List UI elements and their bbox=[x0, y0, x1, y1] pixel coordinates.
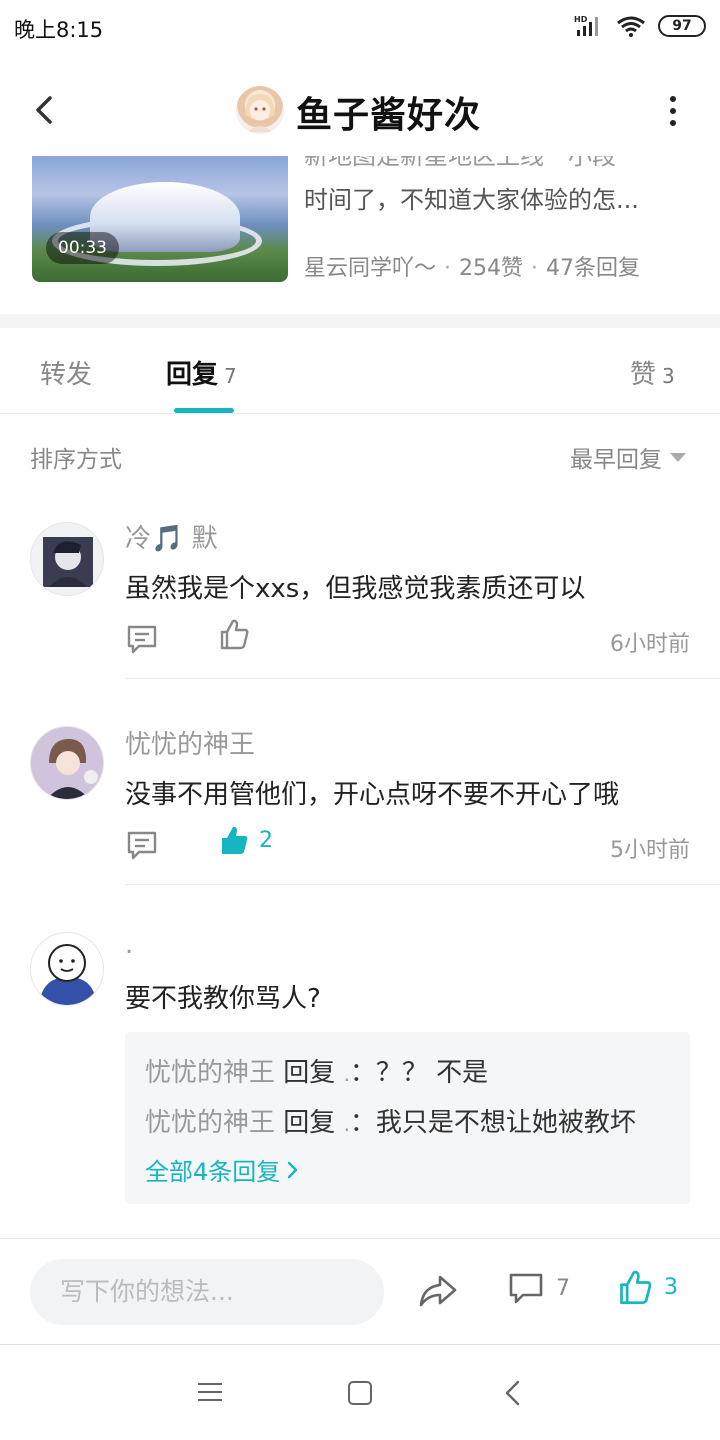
view-all-replies-label: 全部4条回复 bbox=[145, 1158, 281, 1186]
reply-icon[interactable] bbox=[125, 828, 159, 862]
comment-detail-page: 晚上8:15 HD 97 00:33 新地图是新星地区上线一小段 时间了，不知道… bbox=[0, 0, 720, 1440]
meta-separator: · bbox=[531, 256, 539, 281]
reply-icon[interactable] bbox=[125, 622, 159, 656]
post-likes: 254赞 bbox=[459, 256, 524, 281]
comment-time: 5小时前 bbox=[610, 838, 690, 863]
sub-reply-verb: 回复 bbox=[283, 1058, 336, 1088]
chevron-right-icon bbox=[288, 1161, 298, 1178]
back-icon[interactable] bbox=[502, 1379, 524, 1407]
post-text-line1: 新地图是新星地区上线一小段 bbox=[304, 156, 616, 170]
status-time: 晚上8:15 bbox=[14, 18, 104, 42]
thumbs-up-icon bbox=[620, 1270, 652, 1305]
tab-count: 7 bbox=[224, 364, 237, 388]
sort-value: 最早回复 bbox=[570, 447, 662, 473]
comment-divider bbox=[125, 884, 720, 885]
tab-like[interactable]: 赞3 bbox=[630, 354, 675, 391]
sub-reply: 忧忧的神王 回复 .：？？ 不是 bbox=[145, 1052, 488, 1089]
sub-reply-user[interactable]: 忧忧的神王 bbox=[145, 1108, 275, 1138]
comment-count: 7 bbox=[556, 1275, 570, 1301]
system-nav-bar bbox=[0, 1344, 720, 1440]
comment-divider bbox=[125, 678, 720, 679]
sub-reply-verb: 回复 bbox=[283, 1108, 336, 1138]
comment-username[interactable]: 忧忧的神王 bbox=[125, 724, 255, 761]
more-vertical-icon[interactable] bbox=[666, 96, 680, 130]
battery-icon: 97 bbox=[658, 15, 706, 37]
comment-text: 要不我教你骂人? bbox=[125, 984, 321, 1014]
meta-separator: · bbox=[444, 256, 452, 281]
comment-text: 没事不用管他们，开心点呀不要不开心了哦 bbox=[125, 780, 620, 810]
tab-label: 回复 bbox=[166, 360, 219, 390]
sub-replies-box[interactable]: 忧忧的神王 回复 .：？？ 不是 忧忧的神王 回复 .：我只是不想让她被教坏 全… bbox=[125, 1032, 690, 1204]
menu-icon[interactable] bbox=[198, 1383, 222, 1407]
sort-row: 排序方式 最早回复 bbox=[0, 414, 720, 494]
network-label: HD bbox=[574, 15, 588, 24]
sub-reply: 忧忧的神王 回复 .：我只是不想让她被教坏 bbox=[145, 1102, 636, 1139]
user-avatar[interactable] bbox=[30, 726, 104, 800]
comment-username[interactable]: . bbox=[125, 930, 133, 960]
chevron-left-icon[interactable] bbox=[22, 88, 66, 132]
avatar-illustration bbox=[43, 537, 93, 587]
comment-icon bbox=[509, 1273, 543, 1304]
active-tab-indicator bbox=[174, 408, 234, 413]
video-thumbnail[interactable]: 00:33 bbox=[32, 156, 288, 282]
sub-reply-text: ：？？ 不是 bbox=[349, 1058, 489, 1088]
top-header: 鱼子酱好次 bbox=[0, 66, 720, 156]
caret-down-icon bbox=[670, 452, 686, 462]
tab-label: 赞 bbox=[630, 360, 657, 390]
status-icons: HD 97 bbox=[574, 14, 706, 38]
avatar-illustration bbox=[31, 727, 103, 799]
sub-reply-user[interactable]: 忧忧的神王 bbox=[145, 1058, 275, 1088]
comments-button[interactable]: 7 bbox=[508, 1271, 570, 1305]
author-avatar[interactable] bbox=[236, 86, 284, 134]
tab-count: 3 bbox=[662, 364, 675, 388]
comment-time: 6小时前 bbox=[610, 632, 690, 657]
like-count: 3 bbox=[664, 1274, 678, 1300]
status-bar: 晚上8:15 HD 97 bbox=[0, 0, 720, 56]
tab-reply[interactable]: 回复 7 bbox=[166, 354, 237, 391]
section-divider bbox=[0, 314, 720, 328]
tab-forward[interactable]: 转发 bbox=[40, 354, 92, 391]
bottom-action-bar: 写下你的想法... 7 3 bbox=[0, 1238, 720, 1344]
page-title: 鱼子酱好次 bbox=[296, 95, 482, 136]
thumbs-up-icon bbox=[222, 826, 248, 854]
signal-icon: HD bbox=[574, 15, 598, 36]
comment-actions: 6小时前 bbox=[125, 619, 690, 662]
thumbs-up-icon bbox=[220, 619, 249, 650]
like-button[interactable] bbox=[219, 618, 259, 650]
avatar-illustration bbox=[39, 944, 97, 1005]
post-replies: 47条回复 bbox=[546, 256, 641, 281]
sub-reply-text: ：我只是不想让她被教坏 bbox=[349, 1108, 636, 1138]
wifi-icon bbox=[617, 16, 645, 37]
view-all-replies-link[interactable]: 全部4条回复 bbox=[145, 1152, 300, 1187]
user-avatar[interactable] bbox=[30, 932, 104, 1006]
share-icon[interactable] bbox=[418, 1273, 458, 1309]
post-excerpt: 新地图是新星地区上线一小段 时间了，不知道大家体验的怎... bbox=[304, 156, 694, 222]
video-duration: 00:33 bbox=[46, 232, 119, 264]
comment-input[interactable]: 写下你的想法... bbox=[30, 1259, 384, 1325]
comment-username[interactable]: 冷🎵 默 bbox=[125, 518, 218, 555]
like-button[interactable]: 2 bbox=[219, 824, 273, 856]
comment-text: 虽然我是个xxs，但我感觉我素质还可以 bbox=[125, 574, 586, 604]
comment-actions: 2 5小时前 bbox=[125, 826, 690, 868]
post-meta: 星云同学吖～ · 254赞 · 47条回复 bbox=[304, 250, 640, 282]
tab-bar: 转发 回复 7 赞3 bbox=[0, 328, 720, 414]
original-post-card[interactable]: 00:33 新地图是新星地区上线一小段 时间了，不知道大家体验的怎... 星云同… bbox=[0, 156, 720, 312]
post-author: 星云同学吖～ bbox=[304, 256, 437, 281]
sort-dropdown[interactable]: 最早回复 bbox=[570, 440, 686, 474]
avatar-illustration bbox=[245, 94, 275, 132]
user-avatar[interactable] bbox=[30, 522, 104, 596]
tab-label: 转发 bbox=[40, 360, 93, 390]
home-icon[interactable] bbox=[348, 1381, 372, 1405]
sort-label: 排序方式 bbox=[30, 447, 122, 473]
post-like-button[interactable]: 3 bbox=[618, 1269, 678, 1305]
post-text-line2: 时间了，不知道大家体验的怎... bbox=[304, 186, 639, 214]
like-count: 2 bbox=[259, 827, 273, 853]
